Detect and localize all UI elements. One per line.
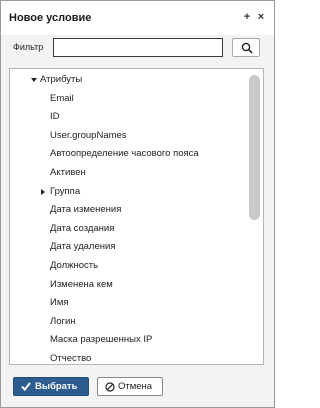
tree-item-label: Автоопределение часового пояса	[50, 148, 199, 160]
select-button-label: Выбрать	[35, 381, 78, 392]
tree-item[interactable]: Дата создания	[10, 220, 240, 238]
tree-scrollbar[interactable]	[249, 71, 261, 362]
search-button[interactable]	[232, 38, 260, 57]
tree-item[interactable]: Дата удаления	[10, 238, 240, 256]
tree-item-label: Дата создания	[50, 222, 115, 234]
tree-item[interactable]: Автоопределение часового пояса	[10, 145, 240, 163]
tree-item[interactable]: Имя	[10, 294, 240, 312]
tree-item[interactable]: Атрибуты	[10, 71, 240, 89]
tree-item-label: Логин	[50, 315, 76, 327]
caret-right-icon[interactable]	[40, 183, 48, 201]
tree-item[interactable]: Маска разрешенных IP	[10, 331, 240, 349]
tree-item-label: Имя	[50, 297, 69, 309]
dialog-titlebar: Новое условие + ×	[1, 1, 274, 35]
tree-item-label: Маска разрешенных IP	[50, 334, 153, 346]
dialog-title: Новое условие	[9, 12, 92, 24]
filter-row: Фильтр	[1, 35, 274, 63]
tree-item-label: Группа	[50, 185, 81, 197]
tree-item-label: Атрибуты	[40, 74, 83, 85]
tree-item-label: Изменена кем	[50, 278, 113, 290]
tree-item-label: Отчество	[50, 353, 92, 364]
checkmark-icon	[21, 382, 31, 391]
tree-item[interactable]: User.groupNames	[10, 127, 240, 145]
tree-item-label: Должность	[50, 260, 99, 271]
new-condition-dialog: Новое условие + × Фильтр Атрибуты Email ID…	[0, 0, 275, 408]
tree-item[interactable]: Логин	[10, 313, 240, 331]
tree-item[interactable]: Изменена кем	[10, 276, 240, 294]
tree-item[interactable]: Активен	[10, 164, 240, 182]
attribute-tree: Атрибуты Email ID User.groupNames Автоопреде…	[9, 68, 264, 365]
tree-item-label: Дата удаления	[50, 241, 116, 253]
tree-item-label: ID	[50, 111, 60, 123]
tree-item[interactable]: Группа	[10, 183, 240, 201]
tree-item-label: Активен	[50, 167, 86, 178]
tree-item-label: Email	[50, 92, 74, 104]
filter-label: Фильтр	[13, 42, 44, 52]
tree-scrollbar-thumb[interactable]	[249, 75, 260, 220]
tree-item[interactable]: Отчество	[10, 350, 240, 364]
close-icon[interactable]: ×	[255, 10, 267, 24]
caret-down-icon[interactable]	[31, 71, 39, 89]
tree-item-label: Дата изменения	[50, 204, 122, 216]
tree-item[interactable]: Дата изменения	[10, 201, 240, 219]
select-button[interactable]: Выбрать	[13, 377, 89, 396]
tree-item[interactable]: Должность	[10, 257, 240, 275]
tree-item[interactable]: ID	[10, 108, 240, 126]
pin-icon[interactable]: +	[241, 10, 253, 24]
cancel-button-label: Отмена	[118, 381, 153, 392]
cancel-button[interactable]: Отмена	[97, 377, 163, 396]
filter-input[interactable]	[53, 38, 223, 57]
search-icon	[241, 42, 253, 54]
cancel-icon	[105, 382, 115, 392]
tree-item[interactable]: Email	[10, 90, 240, 108]
tree-item-label: User.groupNames	[50, 129, 127, 141]
dialog-footer: Выбрать Отмена	[1, 371, 274, 407]
